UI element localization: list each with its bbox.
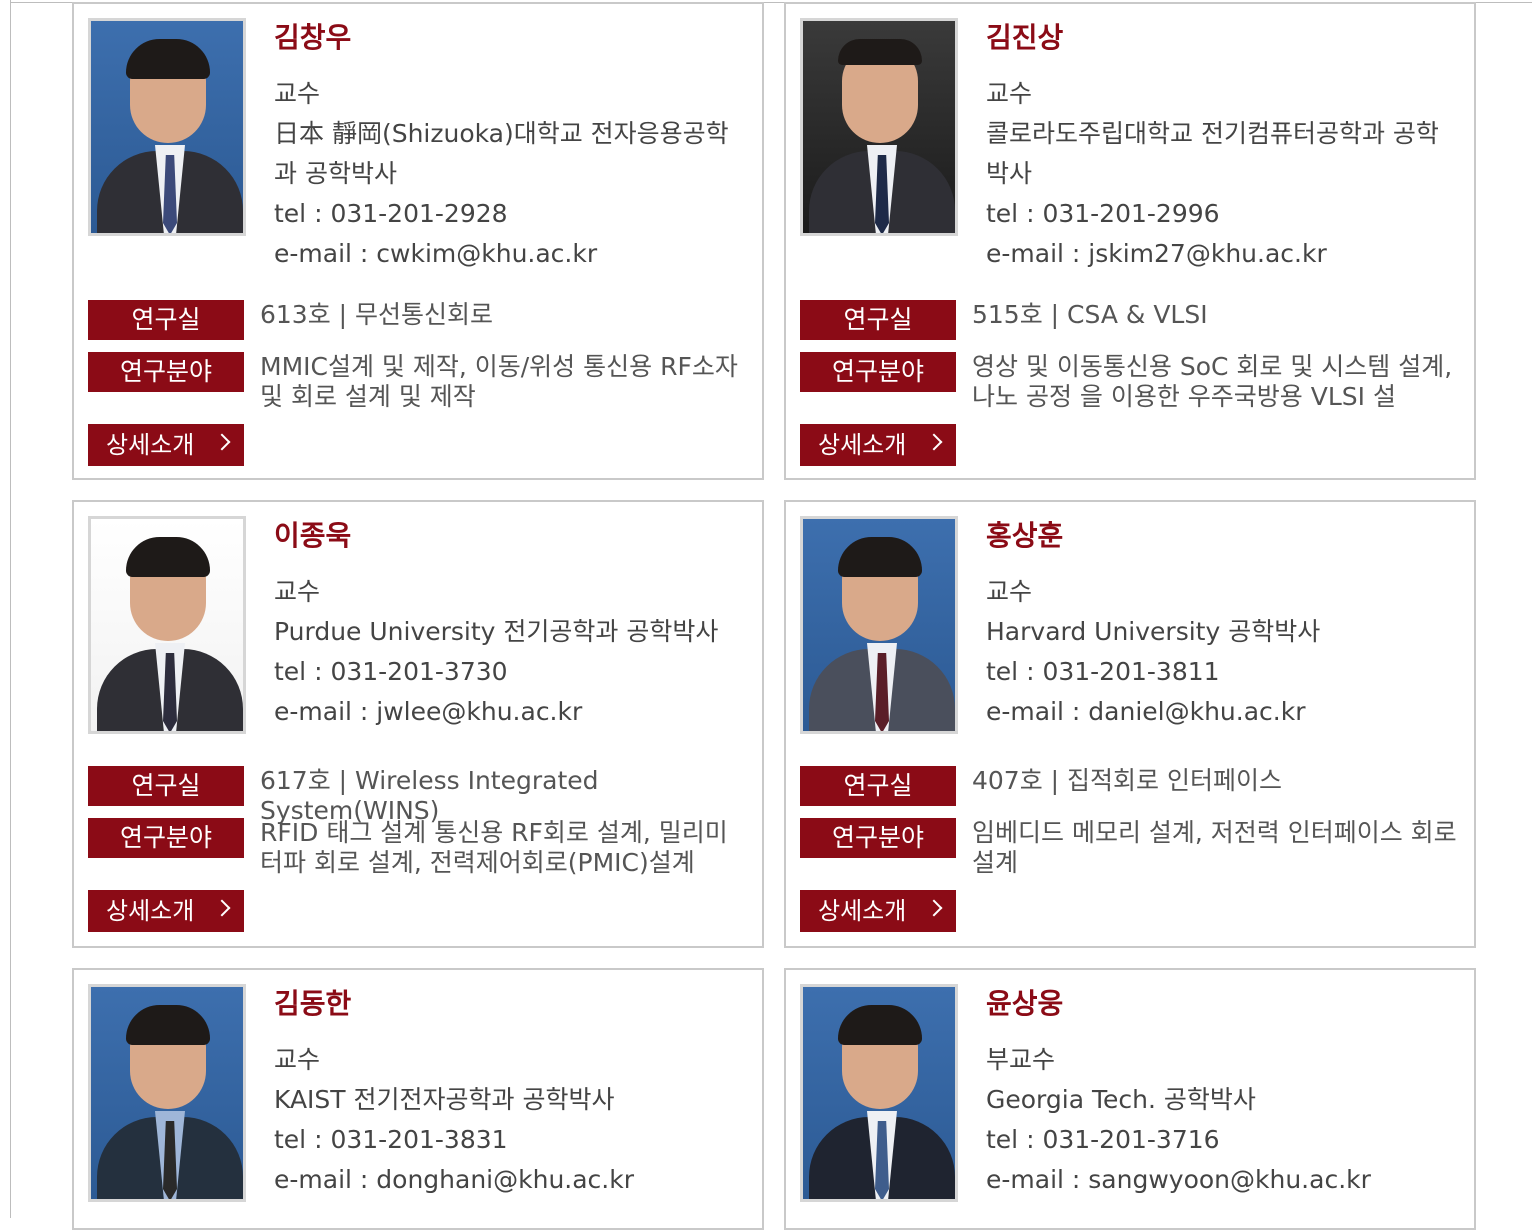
chevron-right-icon	[213, 899, 231, 917]
lab-tag: 연구실	[800, 300, 956, 340]
professor-info: 교수 日本 靜岡(Shizuoka)대학교 전자응용공학과 공학박사 tel :…	[274, 74, 744, 274]
professor-email[interactable]: e-mail : donghani@khu.ac.kr	[274, 1160, 744, 1200]
professor-name: 윤상웅	[986, 987, 1064, 1020]
lab-tag: 연구실	[800, 766, 956, 806]
professor-photo	[800, 18, 958, 236]
detail-button-label: 상세소개	[818, 897, 907, 925]
professor-name: 김진상	[986, 21, 1064, 54]
chevron-right-icon	[925, 433, 943, 451]
professor-position: 부교수	[986, 1045, 1056, 1074]
detail-button-label: 상세소개	[106, 431, 195, 459]
detail-button[interactable]: 상세소개	[800, 424, 956, 466]
professor-name: 홍상훈	[986, 519, 1064, 552]
field-value: 임베디드 메모리 설계, 저전력 인터페이스 회로설계	[972, 818, 1457, 877]
field-value: MMIC설계 및 제작, 이동/위성 통신용 RF소자 및 회로 설계 및 제작	[260, 352, 738, 411]
field-tag: 연구분야	[800, 818, 956, 858]
professor-degree: Purdue University 전기공학과 공학박사	[274, 617, 719, 646]
professor-info: 교수 KAIST 전기전자공학과 공학박사 tel : 031-201-3831…	[274, 1040, 744, 1200]
professor-card: 윤상웅 부교수 Georgia Tech. 공학박사 tel : 031-201…	[784, 968, 1476, 1230]
professor-tel: tel : 031-201-3831	[274, 1125, 508, 1154]
professor-card: 김동한 교수 KAIST 전기전자공학과 공학박사 tel : 031-201-…	[72, 968, 764, 1230]
field-value: 영상 및 이동통신용 SoC 회로 및 시스템 설계, 나노 공정 을 이용한 …	[972, 352, 1453, 411]
professor-info: 교수 Purdue University 전기공학과 공학박사 tel : 03…	[274, 572, 744, 732]
professor-degree: 콜로라도주립대학교 전기컴퓨터공학과 공학박사	[986, 119, 1439, 188]
professor-photo	[800, 516, 958, 734]
professor-degree: 日本 靜岡(Shizuoka)대학교 전자응용공학과 공학박사	[274, 119, 729, 188]
professor-tel: tel : 031-201-2996	[986, 199, 1220, 228]
field-value: RFID 태그 설계 통신용 RF회로 설계, 밀리미터파 회로 설계, 전력제…	[260, 818, 728, 877]
professor-name: 김창우	[274, 21, 352, 54]
professor-email[interactable]: e-mail : daniel@khu.ac.kr	[986, 692, 1456, 732]
detail-button[interactable]: 상세소개	[800, 890, 956, 932]
professor-info: 부교수 Georgia Tech. 공학박사 tel : 031-201-371…	[986, 1040, 1456, 1200]
professor-card: 이종욱 교수 Purdue University 전기공학과 공학박사 tel …	[72, 500, 764, 948]
professor-position: 교수	[274, 79, 321, 108]
professor-photo	[88, 18, 246, 236]
field-tag: 연구분야	[88, 818, 244, 858]
professor-position: 교수	[986, 577, 1033, 606]
professor-photo	[800, 984, 958, 1202]
professor-info: 교수 Harvard University 공학박사 tel : 031-201…	[986, 572, 1456, 732]
professor-email[interactable]: e-mail : jskim27@khu.ac.kr	[986, 234, 1456, 274]
professor-email[interactable]: e-mail : jwlee@khu.ac.kr	[274, 692, 744, 732]
professor-position: 교수	[274, 577, 321, 606]
professor-position: 교수	[986, 79, 1033, 108]
professor-tel: tel : 031-201-3730	[274, 657, 508, 686]
professor-tel: tel : 031-201-3716	[986, 1125, 1220, 1154]
detail-button[interactable]: 상세소개	[88, 890, 244, 932]
professor-card: 홍상훈 교수 Harvard University 공학박사 tel : 031…	[784, 500, 1476, 948]
professor-name: 김동한	[274, 987, 352, 1020]
chevron-right-icon	[213, 433, 231, 451]
detail-button[interactable]: 상세소개	[88, 424, 244, 466]
professor-info: 교수 콜로라도주립대학교 전기컴퓨터공학과 공학박사 tel : 031-201…	[986, 74, 1456, 274]
professor-degree: Georgia Tech. 공학박사	[986, 1085, 1256, 1114]
professor-degree: Harvard University 공학박사	[986, 617, 1321, 646]
field-tag: 연구분야	[800, 352, 956, 392]
detail-button-label: 상세소개	[818, 431, 907, 459]
lab-value: 407호 | 집적회로 인터페이스	[972, 766, 1282, 795]
professor-email[interactable]: e-mail : cwkim@khu.ac.kr	[274, 234, 744, 274]
professor-name: 이종욱	[274, 519, 352, 552]
professor-card: 김창우 교수 日本 靜岡(Shizuoka)대학교 전자응용공학과 공학박사 t…	[72, 2, 764, 480]
professor-photo	[88, 984, 246, 1202]
lab-tag: 연구실	[88, 766, 244, 806]
professor-tel: tel : 031-201-2928	[274, 199, 508, 228]
chevron-right-icon	[925, 899, 943, 917]
professor-degree: KAIST 전기전자공학과 공학박사	[274, 1085, 615, 1114]
lab-tag: 연구실	[88, 300, 244, 340]
professor-tel: tel : 031-201-3811	[986, 657, 1220, 686]
detail-button-label: 상세소개	[106, 897, 195, 925]
lab-value: 515호 | CSA & VLSI	[972, 300, 1208, 329]
lab-value: 613호 | 무선통신회로	[260, 300, 494, 329]
field-tag: 연구분야	[88, 352, 244, 392]
professor-photo	[88, 516, 246, 734]
page-frame-left-border	[10, 0, 11, 1218]
professor-position: 교수	[274, 1045, 321, 1074]
professor-card: 김진상 교수 콜로라도주립대학교 전기컴퓨터공학과 공학박사 tel : 031…	[784, 2, 1476, 480]
lab-value: 617호 | Wireless Integrated System(WINS)	[260, 766, 599, 825]
professor-email[interactable]: e-mail : sangwyoon@khu.ac.kr	[986, 1160, 1456, 1200]
